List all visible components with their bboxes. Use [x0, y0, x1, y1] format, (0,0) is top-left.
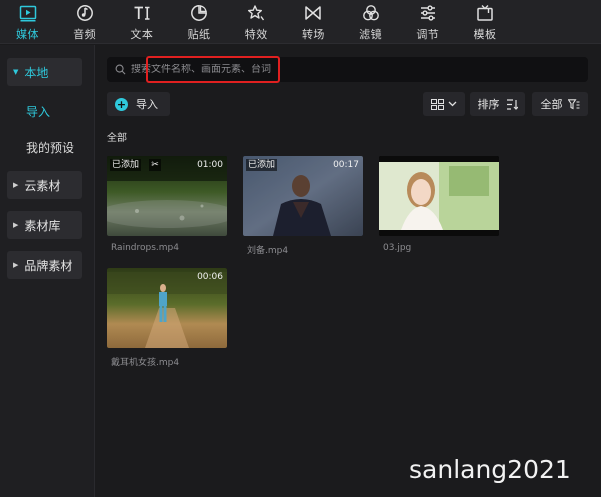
- filter-icon: [362, 5, 379, 21]
- duration-label: 00:06: [197, 272, 223, 282]
- plus-icon: +: [115, 97, 128, 111]
- transition-icon: [305, 6, 322, 20]
- tab-filter[interactable]: 滤镜: [349, 0, 392, 43]
- nav-library-label: 素材库: [24, 218, 61, 233]
- media-filename: 戴耳机女孩.mp4: [111, 358, 180, 368]
- triangle-right-icon: ▶: [13, 221, 19, 229]
- template-icon: [477, 5, 493, 21]
- filter-button-label: 全部: [540, 98, 563, 111]
- nav-cloud[interactable]: ▶ 云素材: [7, 171, 82, 199]
- grid-icon: [431, 98, 444, 110]
- tab-text[interactable]: 文本: [120, 0, 163, 43]
- triangle-right-icon: ▶: [13, 181, 19, 189]
- funnel-icon: [567, 98, 579, 109]
- nav-cloud-label: 云素材: [24, 178, 61, 193]
- sort-icon: [506, 98, 518, 110]
- tab-effects[interactable]: 特效: [235, 0, 278, 43]
- media-card-liubei[interactable]: 已添加 00:17 刘备.mp4: [243, 156, 363, 256]
- tab-audio-label: 音频: [73, 28, 97, 41]
- filter-button[interactable]: 全部: [532, 92, 588, 116]
- photo-thumbnail-image: [379, 156, 499, 236]
- nav-brand[interactable]: ▶ 品牌素材: [7, 251, 82, 279]
- duration-label: 01:00: [197, 160, 223, 170]
- nav-local[interactable]: ▼ 本地: [7, 58, 82, 86]
- text-icon: [134, 6, 150, 20]
- watermark-text: sanlang2021: [409, 455, 571, 484]
- media-filename: 刘备.mp4: [247, 246, 289, 256]
- import-button[interactable]: + 导入: [107, 92, 170, 116]
- tab-text-label: 文本: [130, 28, 154, 41]
- left-nav: ▼ 本地 导入 我的预设 ▶ 云素材 ▶ 素材库 ▶ 品牌素材: [0, 45, 95, 497]
- triangle-down-icon: ▼: [13, 68, 19, 76]
- tab-template-label: 模板: [473, 28, 497, 41]
- tab-adjust[interactable]: 调节: [406, 0, 449, 43]
- tab-filter-label: 滤镜: [359, 28, 383, 41]
- section-label-all: 全部: [107, 133, 127, 144]
- tab-effects-label: 特效: [244, 28, 268, 41]
- media-filename: 03.jpg: [383, 243, 412, 253]
- media-filename: Raindrops.mp4: [111, 243, 179, 253]
- nav-brand-label: 品牌素材: [24, 258, 73, 273]
- media-card-03[interactable]: 03.jpg: [379, 156, 499, 253]
- duration-label: 00:17: [333, 160, 359, 170]
- added-badge: 已添加: [246, 159, 278, 171]
- sort-button-label: 排序: [477, 98, 500, 111]
- nav-my-presets[interactable]: 我的预设: [26, 139, 74, 156]
- triangle-right-icon: ▶: [13, 261, 19, 269]
- media-card-headphone-girl[interactable]: 00:06 戴耳机女孩.mp4: [107, 268, 227, 368]
- tab-media[interactable]: 媒体: [6, 0, 49, 43]
- tab-sticker-label: 贴纸: [187, 28, 211, 41]
- media-thumbnail[interactable]: 已添加 00:17: [243, 156, 363, 236]
- nav-library[interactable]: ▶ 素材库: [7, 211, 82, 239]
- nav-local-label: 本地: [24, 65, 49, 80]
- tab-media-label: 媒体: [16, 28, 39, 41]
- tab-audio[interactable]: 音频: [63, 0, 106, 43]
- audio-icon: [76, 5, 93, 21]
- search-icon: [115, 64, 126, 75]
- import-button-label: 导入: [136, 98, 158, 111]
- media-card-raindrops[interactable]: 已添加 ✂ 01:00 Raindrops.mp4: [107, 156, 227, 253]
- scissors-icon: ✂: [149, 159, 161, 171]
- sticker-icon: [191, 5, 208, 21]
- view-mode-button[interactable]: [423, 92, 465, 116]
- media-thumbnail[interactable]: 已添加 ✂ 01:00: [107, 156, 227, 236]
- tab-transition-label: 转场: [301, 28, 325, 41]
- media-thumbnail[interactable]: [379, 156, 499, 236]
- chevron-down-icon: [448, 101, 457, 107]
- top-toolbar: 媒体 音频 文本 贴纸 特效 转场 滤镜 调节 模板: [0, 0, 601, 44]
- nav-import[interactable]: 导入: [26, 103, 50, 120]
- sort-button[interactable]: 排序: [470, 92, 525, 116]
- adjust-icon: [420, 5, 435, 21]
- added-badge: 已添加: [110, 159, 142, 171]
- tab-transition[interactable]: 转场: [292, 0, 335, 43]
- search-input[interactable]: [131, 64, 571, 75]
- tab-template[interactable]: 模板: [464, 0, 507, 43]
- effects-icon: [248, 5, 265, 21]
- media-thumbnail[interactable]: 00:06: [107, 268, 227, 348]
- tab-sticker[interactable]: 贴纸: [178, 0, 221, 43]
- media-icon: [19, 5, 36, 22]
- search-bar: [107, 57, 588, 82]
- tab-adjust-label: 调节: [416, 28, 440, 41]
